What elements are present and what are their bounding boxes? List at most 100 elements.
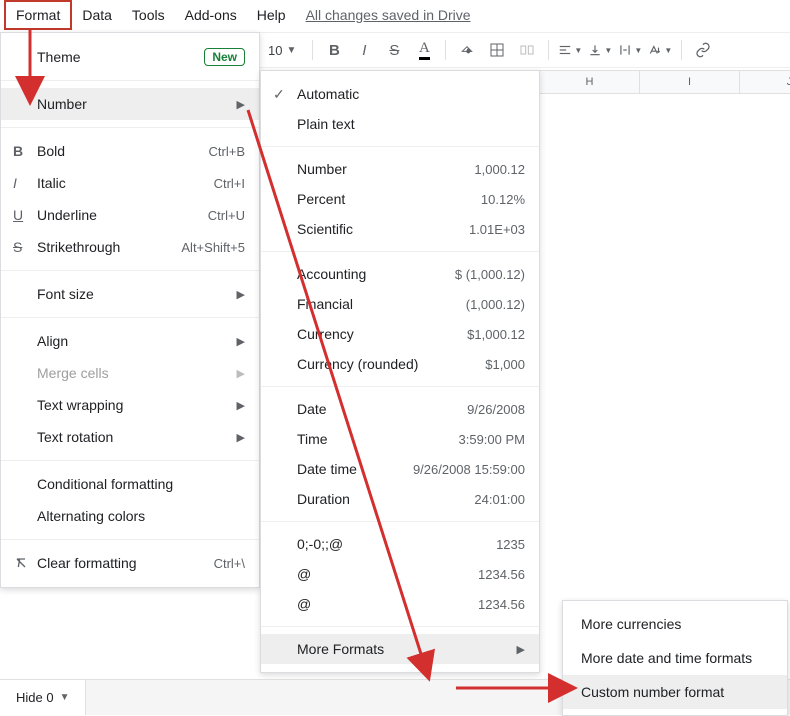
format-example: 1235 <box>496 537 525 552</box>
menu-item-number-format[interactable]: Time3:59:00 PM <box>261 424 539 454</box>
menu-item-label: Number <box>297 161 474 177</box>
vertical-align-icon[interactable]: ▼ <box>587 37 613 63</box>
menu-data[interactable]: Data <box>72 2 122 28</box>
menu-separator <box>1 317 259 318</box>
col-header-j[interactable]: J <box>740 71 790 93</box>
horizontal-align-icon[interactable]: ▼ <box>557 37 583 63</box>
menu-item-number-format[interactable]: @1234.56 <box>261 589 539 619</box>
menu-item-label: Duration <box>297 491 474 507</box>
submenu-arrow-icon: ▶ <box>517 643 525 656</box>
menu-item-number-format[interactable]: Plain text <box>261 109 539 139</box>
menu-item-number-format[interactable]: 0;-0;;@1235 <box>261 529 539 559</box>
menu-item-number[interactable]: Number ▶ <box>1 88 259 120</box>
menu-item-bold[interactable]: B Bold Ctrl+B <box>1 135 259 167</box>
borders-icon[interactable] <box>484 37 510 63</box>
bold-icon[interactable]: B <box>321 37 347 63</box>
toolbar-separator <box>548 40 549 60</box>
format-example: 9/26/2008 15:59:00 <box>413 462 525 477</box>
format-example: 1,000.12 <box>474 162 525 177</box>
menu-separator <box>1 270 259 271</box>
sheet-tab[interactable]: Hide 0 ▼ <box>0 680 86 715</box>
format-example: 10.12% <box>481 192 525 207</box>
menu-item-number-format[interactable]: Scientific1.01E+03 <box>261 214 539 244</box>
submenu-arrow-icon: ▶ <box>237 367 245 380</box>
menu-item-font-size[interactable]: Font size ▶ <box>1 278 259 310</box>
col-header-i[interactable]: I <box>640 71 740 93</box>
menu-item-number-format[interactable]: Percent10.12% <box>261 184 539 214</box>
menu-item-custom-number-format[interactable]: Custom number format <box>563 675 787 709</box>
sheet-tab-label: Hide 0 <box>16 690 54 705</box>
bold-icon: B <box>13 143 37 159</box>
menu-item-number-format[interactable]: Accounting$ (1,000.12) <box>261 259 539 289</box>
menu-item-label: @ <box>297 596 478 612</box>
more-formats-submenu: More currencies More date and time forma… <box>562 600 788 716</box>
menu-item-label: Currency (rounded) <box>297 356 485 372</box>
menu-item-conditional-formatting[interactable]: Conditional formatting <box>1 468 259 500</box>
menu-item-more-datetime[interactable]: More date and time formats <box>563 641 787 675</box>
menu-item-text-rotation[interactable]: Text rotation ▶ <box>1 421 259 453</box>
strikethrough-icon[interactable]: S <box>381 37 407 63</box>
text-rotation-icon[interactable]: ▼ <box>647 37 673 63</box>
menu-item-theme[interactable]: Theme New <box>1 41 259 73</box>
toolbar-separator <box>681 40 682 60</box>
menu-item-number-format[interactable]: Date time9/26/2008 15:59:00 <box>261 454 539 484</box>
format-example: $1,000.12 <box>467 327 525 342</box>
menu-item-number-format[interactable]: ✓Automatic <box>261 79 539 109</box>
check-icon: ✓ <box>273 86 297 103</box>
text-wrap-icon[interactable]: ▼ <box>617 37 643 63</box>
format-example: $ (1,000.12) <box>455 267 525 282</box>
menu-item-italic[interactable]: I Italic Ctrl+I <box>1 167 259 199</box>
menu-separator <box>261 626 539 627</box>
menu-item-number-format[interactable]: Date9/26/2008 <box>261 394 539 424</box>
format-example: 1.01E+03 <box>469 222 525 237</box>
menu-item-label: Accounting <box>297 266 455 282</box>
menu-item-more-currencies[interactable]: More currencies <box>563 607 787 641</box>
clear-format-icon <box>13 555 37 571</box>
menu-item-number-format[interactable]: Currency (rounded)$1,000 <box>261 349 539 379</box>
col-header-h[interactable]: H <box>540 71 640 93</box>
menu-item-label: Financial <box>297 296 466 312</box>
fill-color-icon[interactable] <box>454 37 480 63</box>
menu-item-number-format[interactable]: Currency$1,000.12 <box>261 319 539 349</box>
menu-item-align[interactable]: Align ▶ <box>1 325 259 357</box>
menu-item-clear-formatting[interactable]: Clear formatting Ctrl+\ <box>1 547 259 579</box>
menu-format[interactable]: Format <box>4 0 72 30</box>
menu-separator <box>261 521 539 522</box>
menu-tools[interactable]: Tools <box>122 2 175 28</box>
text-color-icon[interactable]: A <box>411 37 437 63</box>
menu-item-number-format[interactable]: More Formats▶ <box>261 634 539 664</box>
menu-item-strikethrough[interactable]: S Strikethrough Alt+Shift+5 <box>1 231 259 263</box>
menubar: Format Data Tools Add-ons Help All chang… <box>0 0 790 30</box>
format-example: 3:59:00 PM <box>459 432 526 447</box>
italic-icon: I <box>13 175 37 191</box>
menu-item-label: Percent <box>297 191 481 207</box>
menu-item-number-format[interactable]: Number1,000.12 <box>261 154 539 184</box>
font-size-value: 10 <box>268 43 282 58</box>
menu-item-underline[interactable]: U Underline Ctrl+U <box>1 199 259 231</box>
submenu-arrow-icon: ▶ <box>237 98 245 111</box>
column-headers: H I J <box>540 70 790 94</box>
menu-item-label: Time <box>297 431 459 447</box>
menu-item-alternating-colors[interactable]: Alternating colors <box>1 500 259 532</box>
format-example: 1234.56 <box>478 567 525 582</box>
merge-cells-icon[interactable] <box>514 37 540 63</box>
format-menu: Theme New Number ▶ B Bold Ctrl+B I Itali… <box>0 32 260 588</box>
underline-icon: U <box>13 207 37 223</box>
menu-item-label: 0;-0;;@ <box>297 536 496 552</box>
menu-help[interactable]: Help <box>247 2 296 28</box>
format-example: $1,000 <box>485 357 525 372</box>
font-size-selector[interactable]: 10 ▼ <box>268 43 296 58</box>
insert-link-icon[interactable] <box>690 37 716 63</box>
strikethrough-icon: S <box>13 239 37 255</box>
submenu-arrow-icon: ▶ <box>237 399 245 412</box>
menu-item-number-format[interactable]: Duration24:01:00 <box>261 484 539 514</box>
menu-item-number-format[interactable]: Financial(1,000.12) <box>261 289 539 319</box>
italic-icon[interactable]: I <box>351 37 377 63</box>
drive-save-status[interactable]: All changes saved in Drive <box>306 7 471 23</box>
menu-item-merge[interactable]: Merge cells ▶ <box>1 357 259 389</box>
submenu-arrow-icon: ▶ <box>237 431 245 444</box>
menu-item-number-format[interactable]: @1234.56 <box>261 559 539 589</box>
menu-addons[interactable]: Add-ons <box>175 2 247 28</box>
menu-item-text-wrapping[interactable]: Text wrapping ▶ <box>1 389 259 421</box>
format-example: 1234.56 <box>478 597 525 612</box>
